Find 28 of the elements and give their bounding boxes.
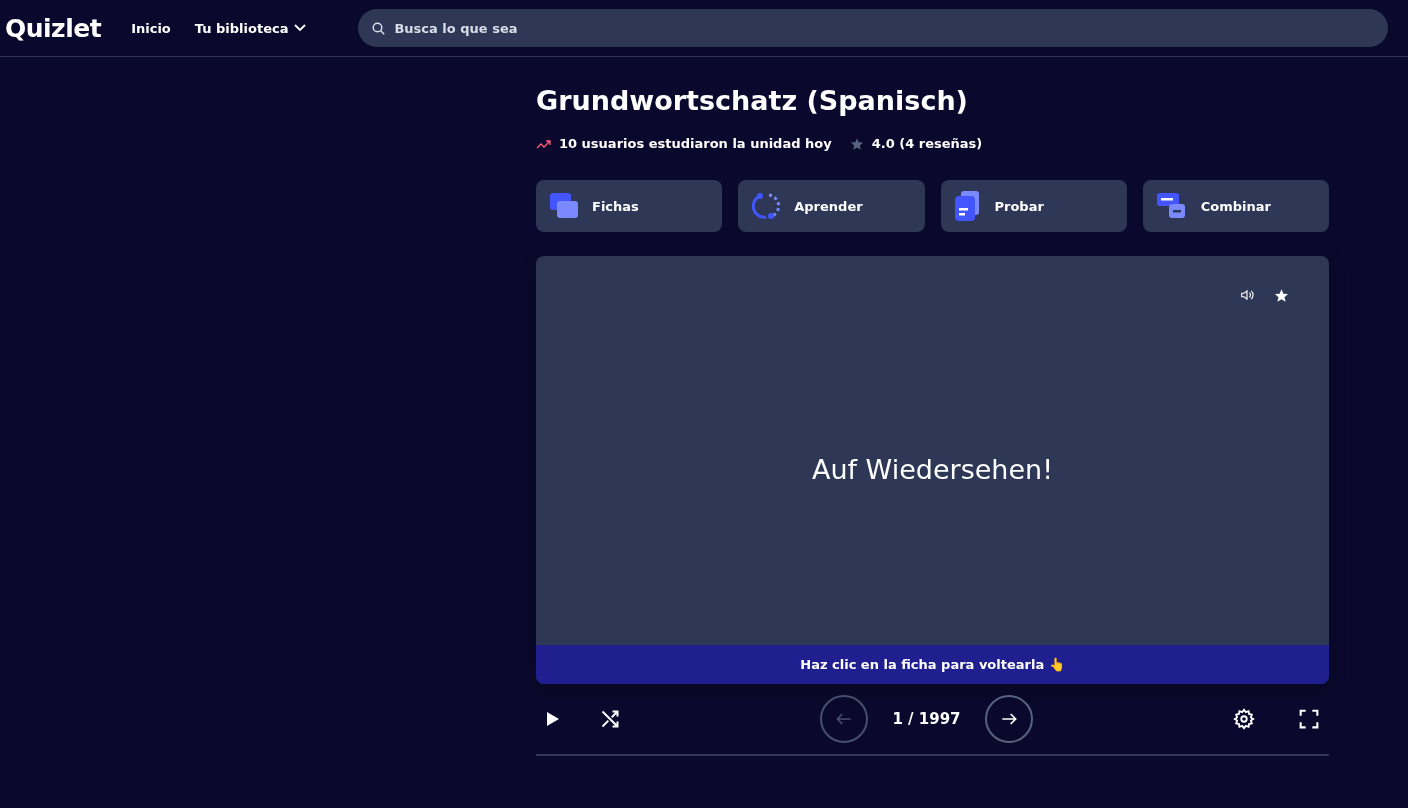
star-icon [849, 136, 864, 151]
study-mode-button[interactable]: Fichas [536, 180, 723, 232]
settings-icon[interactable] [1233, 708, 1255, 730]
card-term: Auf Wiedersehen! [811, 453, 1054, 485]
card-counter: 1 / 1997 [892, 710, 961, 728]
next-button[interactable] [984, 695, 1033, 743]
fullscreen-icon[interactable] [1299, 709, 1319, 729]
star-icon[interactable] [1274, 288, 1289, 303]
shuffle-icon[interactable] [600, 709, 620, 729]
study-mode-button[interactable]: Aprender [738, 180, 925, 232]
learn-icon [752, 192, 781, 220]
flip-hint: Haz clic en la ficha para voltearla 👆 [536, 645, 1329, 684]
rating-text[interactable]: 4.0 (4 reseñas) [871, 136, 983, 151]
set-title: Grundwortschatz (Spanisch) [536, 85, 969, 116]
match-icon [1156, 193, 1187, 219]
nav-link[interactable]: Inicio [131, 20, 171, 36]
study-mode-button[interactable]: Probar [940, 180, 1127, 232]
test-icon [954, 191, 981, 221]
search-field[interactable]: Busca lo que sea [358, 9, 1388, 47]
flashcard[interactable]: Auf Wiedersehen! Haz clic en la ficha para voltearla 👆 [536, 256, 1329, 684]
play-icon[interactable] [546, 711, 560, 727]
nav-link[interactable]: Tu biblioteca [194, 20, 307, 36]
speaker-icon[interactable] [1240, 288, 1254, 303]
logo[interactable]: Quizlet [5, 13, 102, 43]
trend-up-icon [536, 138, 551, 149]
cards-icon [550, 193, 578, 219]
activity-text: 10 usuarios estudiaron la unidad hoy [559, 136, 832, 151]
study-mode-button[interactable]: Combinar [1142, 180, 1329, 232]
